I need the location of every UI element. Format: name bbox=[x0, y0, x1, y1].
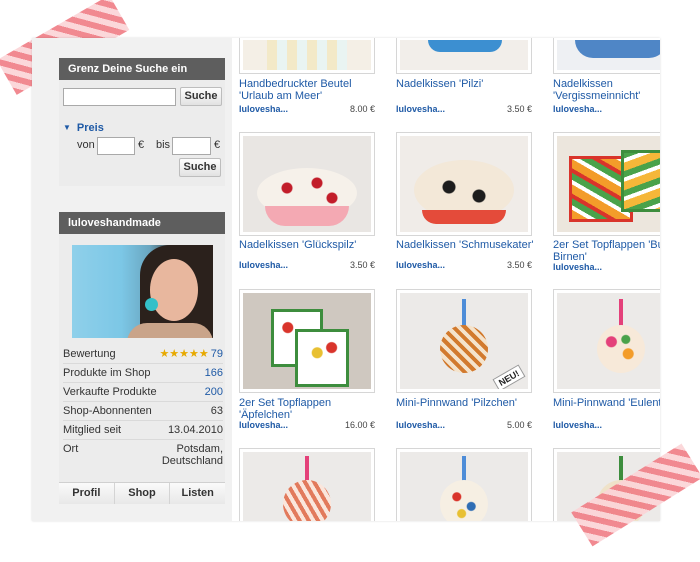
product-price: 8.00 € bbox=[349, 104, 375, 114]
product-thumbnail[interactable] bbox=[239, 289, 375, 393]
rating-count-link[interactable]: 79 bbox=[211, 348, 223, 360]
avatar-earring bbox=[145, 298, 158, 311]
price-from-input[interactable] bbox=[97, 137, 135, 155]
price-from-label: von bbox=[77, 139, 95, 151]
shop-name: luloveshandmade bbox=[59, 212, 225, 234]
search-input[interactable] bbox=[63, 88, 176, 106]
member-since-value: 13.04.2010 bbox=[167, 424, 223, 436]
product-title[interactable]: Nadelkissen bbox=[553, 78, 660, 90]
product-meta: lulovesha... 3.50 € bbox=[396, 260, 532, 270]
seller-link[interactable]: lulovesha... bbox=[553, 262, 602, 272]
product-image bbox=[400, 136, 528, 232]
product-meta: lulovesha... 3.50 € bbox=[396, 104, 532, 114]
price-filter-toggle[interactable]: ▼ Preis bbox=[63, 122, 104, 134]
seller-link[interactable]: lulovesha... bbox=[396, 104, 445, 114]
stat-sold: Verkaufte Produkte 200 bbox=[63, 383, 223, 402]
stat-subscribers: Shop-Abonnenten 63 bbox=[63, 402, 223, 421]
shop-tabs: Profil Shop Listen bbox=[59, 482, 226, 504]
avatar-shoulder bbox=[127, 323, 213, 338]
shop-info-panel: luloveshandmade Bewertung ★★★★★ 79 Produk… bbox=[59, 212, 226, 504]
shop-owner-avatar[interactable] bbox=[72, 245, 213, 338]
product-thumbnail[interactable] bbox=[239, 448, 375, 521]
filter-header: Grenz Deine Suche ein bbox=[59, 58, 225, 80]
shop-stats: Bewertung ★★★★★ 79 Produkte im Shop 166 V… bbox=[63, 345, 223, 472]
product-title[interactable]: Nadelkissen 'Glückspilz' bbox=[239, 239, 389, 251]
product-thumbnail[interactable] bbox=[553, 38, 660, 74]
product-image bbox=[400, 40, 528, 70]
caret-down-icon: ▼ bbox=[63, 123, 71, 132]
product-image bbox=[243, 40, 371, 70]
product-thumbnail[interactable]: NEU! bbox=[396, 289, 532, 393]
seller-link[interactable]: lulovesha... bbox=[239, 420, 288, 430]
tab-listen[interactable]: Listen bbox=[170, 483, 226, 504]
product-image: NEU! bbox=[400, 293, 528, 389]
product-thumbnail[interactable] bbox=[396, 132, 532, 236]
product-title[interactable]: Nadelkissen 'Schmusekater' bbox=[396, 239, 546, 251]
product-title[interactable]: Nadelkissen 'Pilzi' bbox=[396, 78, 546, 90]
product-price: 3.50 € bbox=[506, 104, 532, 114]
product-title[interactable]: Mini-Pinnwand 'Pilzchen' bbox=[396, 397, 546, 409]
sold-count-link[interactable]: 200 bbox=[205, 383, 223, 401]
filter-panel: Grenz Deine Suche ein Suche ▼ Preis von €… bbox=[59, 58, 225, 186]
product-thumbnail[interactable] bbox=[396, 38, 532, 74]
rating-stars-icon: ★★★★★ bbox=[159, 348, 209, 360]
product-thumbnail[interactable] bbox=[396, 448, 532, 521]
products-count-link[interactable]: 166 bbox=[205, 364, 223, 382]
stat-member-since: Mitglied seit 13.04.2010 bbox=[63, 421, 223, 440]
product-thumbnail[interactable] bbox=[239, 38, 375, 74]
avatar-face bbox=[150, 259, 198, 321]
product-price: 16.00 € bbox=[344, 420, 375, 430]
seller-link[interactable]: lulovesha... bbox=[553, 420, 602, 430]
shop-page: Grenz Deine Suche ein Suche ▼ Preis von €… bbox=[32, 38, 660, 521]
location-value: Potsdam, Deutschland bbox=[161, 443, 223, 467]
product-thumbnail[interactable] bbox=[553, 132, 660, 236]
product-title-line2[interactable]: 'Vergissmeinnicht' bbox=[553, 90, 660, 102]
product-image bbox=[243, 136, 371, 232]
product-image bbox=[557, 293, 660, 389]
tab-shop[interactable]: Shop bbox=[114, 483, 171, 504]
subscribers-count: 63 bbox=[210, 405, 223, 417]
currency-from: € bbox=[138, 139, 145, 151]
search-button[interactable]: Suche bbox=[180, 87, 222, 106]
product-image bbox=[557, 40, 660, 70]
seller-link[interactable]: lulovesha... bbox=[239, 260, 288, 270]
product-meta: lulovesha... 8.00 € bbox=[239, 104, 375, 114]
seller-link[interactable]: lulovesha... bbox=[396, 260, 445, 270]
product-image bbox=[243, 293, 371, 389]
product-price: 3.50 € bbox=[506, 260, 532, 270]
product-title[interactable]: Mini-Pinnwand 'Eulentr bbox=[553, 397, 660, 409]
search-row: Suche bbox=[63, 87, 223, 108]
product-title[interactable]: Handbedruckter Beutel bbox=[239, 78, 389, 90]
seller-link[interactable]: lulovesha... bbox=[553, 104, 602, 114]
stat-rating: Bewertung ★★★★★ 79 bbox=[63, 345, 223, 364]
product-meta: lulovesha... 3.50 € bbox=[239, 260, 375, 270]
tab-profil[interactable]: Profil bbox=[59, 483, 115, 504]
product-meta: lulovesha... bbox=[553, 104, 660, 114]
product-title[interactable]: 2er Set Topflappen bbox=[239, 397, 389, 409]
new-badge: NEU! bbox=[492, 364, 526, 389]
product-meta: lulovesha... 1 bbox=[553, 262, 660, 272]
product-thumbnail[interactable] bbox=[553, 289, 660, 393]
product-title[interactable]: 2er Set Topflappen 'Bun bbox=[553, 239, 660, 251]
product-meta: lulovesha... bbox=[553, 420, 660, 430]
product-meta: lulovesha... 5.00 € bbox=[396, 420, 532, 430]
stat-products: Produkte im Shop 166 bbox=[63, 364, 223, 383]
price-range: von € bis € bbox=[59, 137, 225, 155]
seller-link[interactable]: lulovesha... bbox=[396, 420, 445, 430]
product-image bbox=[243, 452, 371, 521]
product-price: 3.50 € bbox=[349, 260, 375, 270]
product-price: 5.00 € bbox=[506, 420, 532, 430]
seller-link[interactable]: lulovesha... bbox=[239, 104, 288, 114]
product-meta: lulovesha... 16.00 € bbox=[239, 420, 375, 430]
price-to-input[interactable] bbox=[172, 137, 211, 155]
product-thumbnail[interactable] bbox=[239, 132, 375, 236]
price-to-label: bis bbox=[156, 139, 171, 151]
product-title-line2[interactable]: 'Urlaub am Meer' bbox=[239, 90, 389, 102]
product-image bbox=[557, 136, 660, 232]
price-search-button[interactable]: Suche bbox=[179, 158, 221, 177]
stat-location: Ort Potsdam, Deutschland bbox=[63, 440, 223, 472]
currency-to: € bbox=[214, 139, 221, 151]
price-label: Preis bbox=[76, 122, 104, 134]
product-image bbox=[400, 452, 528, 521]
